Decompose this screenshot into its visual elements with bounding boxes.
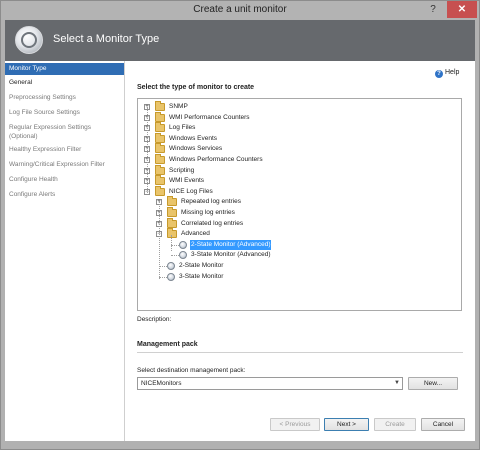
tree-item[interactable]: + Windows Events: [138, 132, 458, 144]
tree-item[interactable]: + SNMP: [138, 101, 458, 112]
folder-icon: [155, 175, 165, 186]
nav-item-preprocessing-settings[interactable]: Preprocessing Settings: [5, 92, 124, 104]
folder-icon: [155, 185, 165, 196]
wizard-header: Select a Monitor Type: [5, 20, 475, 61]
tree-item[interactable]: + Missing log entries: [138, 207, 458, 218]
close-icon[interactable]: ✕: [447, 1, 477, 18]
nav-item-label: Regular Expression Settings: [9, 124, 92, 131]
folder-icon: [155, 101, 165, 111]
title-bar: Create a unit monitor ? ✕: [1, 1, 479, 20]
previous-button[interactable]: < Previous: [270, 418, 320, 431]
tree-item-label: WMI Performance Counters: [169, 113, 250, 121]
tree-item[interactable]: + WMI Performance Counters: [138, 111, 458, 123]
tree-item-label: 2-State Monitor: [179, 262, 224, 269]
tree-item[interactable]: + Log Files: [138, 122, 458, 133]
wizard-steps-nav: Monitor Type General Preprocessing Setti…: [5, 61, 124, 441]
monitor-type-tree[interactable]: + SNMP + WMI Performance Counters + Log Files…: [137, 98, 462, 311]
create-button[interactable]: Create: [374, 418, 416, 431]
folder-icon: [155, 164, 165, 175]
tree-item-label: Windows Performance Counters: [169, 156, 263, 163]
tree-item-label: 3-State Monitor (Advanced): [191, 251, 271, 259]
tree-item-label-selected: 2-State Monitor (Advanced): [190, 239, 272, 250]
tree-item-label: Repeated log entries: [181, 198, 241, 206]
tree-item-label: Log Files: [169, 124, 196, 132]
nav-item-regular-expression-settings[interactable]: Regular Expression Settings (Optional): [5, 122, 124, 142]
description-label: Description:: [137, 316, 172, 323]
folder-icon: [167, 207, 177, 217]
management-pack-value: NICEMonitors: [141, 380, 182, 387]
help-icon[interactable]: ?: [421, 1, 445, 18]
tree-item[interactable]: + Windows Services: [138, 143, 458, 154]
next-button[interactable]: Next >: [324, 418, 369, 431]
tree-item-label: Advanced: [181, 230, 210, 238]
nav-item-configure-alerts[interactable]: Configure Alerts: [5, 189, 124, 201]
monitor-type-label: Select the type of monitor to create: [137, 84, 255, 91]
tree-item[interactable]: 2-State Monitor: [138, 261, 458, 271]
destination-pack-label: Select destination management pack:: [137, 367, 246, 374]
monitor-icon: [179, 251, 187, 260]
management-pack-title: Management pack: [137, 341, 198, 348]
tree-item-label: Windows Services: [169, 145, 223, 153]
folder-icon: [167, 217, 177, 228]
window-title: Create a unit monitor: [193, 4, 287, 15]
folder-icon: [155, 111, 165, 122]
tree-item[interactable]: + Windows Performance Counters: [138, 154, 458, 165]
help-link[interactable]: ? Help: [435, 69, 459, 78]
create-unit-monitor-window: Create a unit monitor ? ✕ Select a Monit…: [0, 0, 480, 450]
nav-item-healthy-expression-filter[interactable]: Healthy Expression Filter: [5, 144, 124, 156]
nav-item-general[interactable]: General: [5, 77, 124, 89]
nav-item-configure-health[interactable]: Configure Health: [5, 174, 124, 186]
page-title: Select a Monitor Type: [53, 33, 160, 45]
main-pane: ? Help Select the type of monitor to crea…: [124, 61, 475, 407]
new-management-pack-button[interactable]: New...: [408, 377, 458, 390]
tree-item[interactable]: − Advanced: [138, 228, 458, 239]
tree-item-label: 3-State Monitor: [179, 272, 224, 280]
tree-item-label: Correlated log entries: [181, 219, 244, 227]
tree-item-label: SNMP: [169, 103, 188, 110]
folder-icon: [167, 228, 177, 239]
folder-icon: [155, 132, 165, 143]
wizard-footer: < Previous Next > Create Cancel: [124, 407, 475, 441]
cancel-button[interactable]: Cancel: [421, 418, 465, 431]
nav-item-warning-critical-expression-filter[interactable]: Warning/Critical Expression Filter: [5, 159, 124, 171]
management-pack-section: Management pack: [125, 336, 475, 354]
folder-icon: [155, 143, 165, 154]
monitor-icon: [167, 272, 175, 281]
monitor-orb-icon: [15, 26, 43, 54]
management-pack-select[interactable]: NICEMonitors ▼: [137, 377, 403, 390]
tree-item[interactable]: 3-State Monitor: [138, 272, 458, 282]
tree-item-label: Missing log entries: [181, 209, 235, 216]
nav-item-log-file-source-settings[interactable]: Log File Source Settings: [5, 107, 124, 119]
chevron-down-icon: ▼: [394, 380, 400, 386]
help-label: Help: [445, 69, 460, 76]
tree-item[interactable]: − NICE Log Files: [138, 185, 458, 197]
tree-item[interactable]: 3-State Monitor (Advanced): [138, 250, 458, 260]
nav-item-label-optional: (Optional): [9, 133, 38, 140]
folder-icon: [155, 122, 165, 133]
tree-item-label: Scripting: [169, 166, 195, 174]
tree-item-label: Windows Events: [169, 134, 218, 142]
folder-icon: [155, 154, 165, 164]
tree-item[interactable]: + Scripting: [138, 164, 458, 176]
tree-item-label: NICE Log Files: [169, 187, 213, 195]
tree-item[interactable]: + Correlated log entries: [138, 217, 458, 229]
nav-item-monitor-type[interactable]: Monitor Type: [5, 63, 124, 75]
tree-item-label: WMI Events: [169, 177, 205, 185]
tree-item[interactable]: 2-State Monitor (Advanced): [138, 239, 458, 250]
monitor-icon: [179, 240, 187, 249]
monitor-icon: [167, 262, 175, 270]
tree-item[interactable]: + WMI Events: [138, 175, 458, 186]
folder-icon: [167, 196, 177, 207]
tree-item[interactable]: + Repeated log entries: [138, 196, 458, 207]
help-circle-icon: ?: [435, 70, 443, 78]
